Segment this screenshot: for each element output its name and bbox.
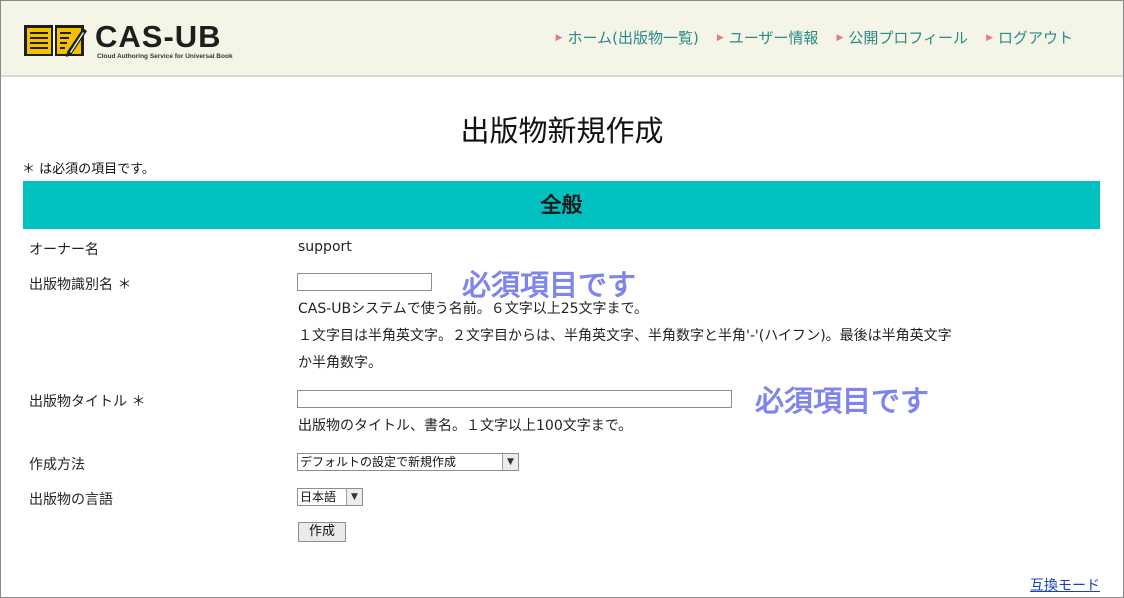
nav-user-info-link[interactable]: ▶ ユーザー情報 <box>717 27 819 48</box>
language-select[interactable]: 日本語 ▼ <box>297 488 363 506</box>
creation-method-label: 作成方法 <box>29 457 85 473</box>
owner-value: support <box>298 239 352 255</box>
creation-method-selected: デフォルトの設定で新規作成 <box>300 455 457 469</box>
compatibility-mode-link[interactable]: 互換モード <box>1030 575 1100 595</box>
title-required-annotation: 必須項目です <box>755 384 930 418</box>
page-title: 出版物新規作成 <box>460 114 664 148</box>
nav-home-label: ホーム(出版物一覧) <box>567 29 699 47</box>
logo-wordmark: CAS-UB <box>95 19 222 54</box>
nav-public-profile-label: 公開プロフィール <box>848 29 969 47</box>
owner-label: オーナー名 <box>29 242 99 258</box>
nav-home-link[interactable]: ▶ ホーム(出版物一覧) <box>556 27 699 48</box>
identifier-input[interactable] <box>297 273 432 291</box>
top-navigation: ▶ ホーム(出版物一覧) ▶ ユーザー情報 ▶ 公開プロフィール ▶ ログアウト <box>556 27 1073 48</box>
nav-logout-label: ログアウト <box>997 29 1073 47</box>
create-button[interactable]: 作成 <box>298 522 346 542</box>
nav-public-profile-link[interactable]: ▶ 公開プロフィール <box>836 27 968 48</box>
open-book-pencil-icon <box>24 25 87 57</box>
chevron-down-icon: ▼ <box>502 454 518 470</box>
required-fields-note: ＊ は必須の項目です。 <box>22 162 155 177</box>
language-label: 出版物の言語 <box>29 492 113 508</box>
identifier-help-line-1: CAS-UBシステムで使う名前。６文字以上25文字まで。 <box>298 301 648 317</box>
identifier-label: 出版物識別名 ＊ <box>29 277 132 293</box>
title-help-text: 出版物のタイトル、書名。１文字以上100文字まで。 <box>298 418 633 434</box>
logo-tagline: Cloud Authoring Service for Universal Bo… <box>97 53 233 60</box>
triangle-right-icon: ▶ <box>716 32 724 43</box>
triangle-right-icon: ▶ <box>555 32 563 43</box>
title-label: 出版物タイトル ＊ <box>29 394 146 410</box>
title-input[interactable] <box>297 390 732 408</box>
triangle-right-icon: ▶ <box>986 32 993 43</box>
nav-user-info-label: ユーザー情報 <box>728 29 819 47</box>
identifier-help-line-2: １文字目は半角英文字。２文字目からは、半角英文字、半角数字と半角'-'(ハイフン… <box>298 328 952 344</box>
chevron-down-icon: ▼ <box>346 489 362 505</box>
site-header: CAS-UB Cloud Authoring Service for Unive… <box>1 1 1123 77</box>
section-header-general: 全般 <box>23 181 1100 229</box>
nav-logout-link[interactable]: ▶ ログアウト <box>986 27 1073 48</box>
triangle-right-icon: ▶ <box>836 32 844 43</box>
language-selected: 日本語 <box>300 490 337 504</box>
identifier-help-line-3: か半角数字。 <box>298 355 382 371</box>
creation-method-select[interactable]: デフォルトの設定で新規作成 ▼ <box>297 453 519 471</box>
